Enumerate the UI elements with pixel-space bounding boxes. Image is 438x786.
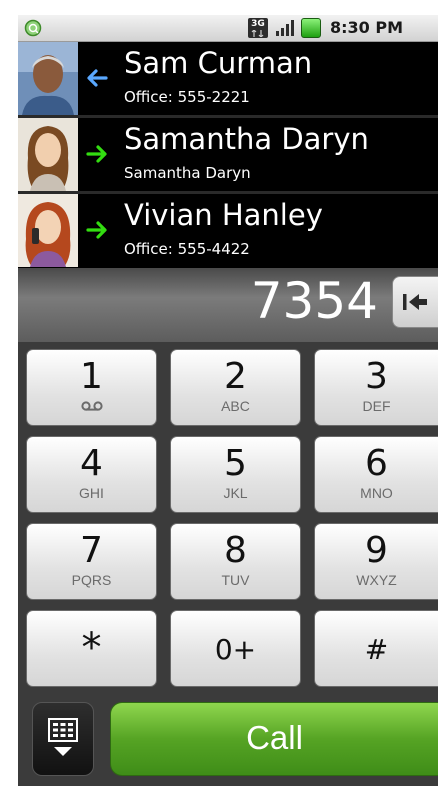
key-1[interactable]: 1 xyxy=(26,349,157,426)
outgoing-call-arrow-icon xyxy=(86,221,107,239)
key-7[interactable]: 7 PQRS xyxy=(26,523,157,600)
status-bar: 3G 8:30 PM xyxy=(18,15,438,42)
signal-icon xyxy=(276,20,294,36)
contact-row-sam-curman[interactable]: Sam Curman Office: 555-2221 xyxy=(18,42,438,115)
call-label: Call xyxy=(246,719,303,756)
battery-icon xyxy=(301,18,321,38)
key-hash[interactable]: # xyxy=(314,610,438,687)
key-digit: 9 xyxy=(365,530,388,571)
contact-name: Vivian Hanley xyxy=(124,198,323,232)
key-digit: 1 xyxy=(80,356,103,397)
key-0[interactable]: 0+ xyxy=(170,610,301,687)
digits-bar: 7354 xyxy=(18,268,438,342)
key-star[interactable]: * xyxy=(26,610,157,687)
contact-name: Samantha Daryn xyxy=(124,122,369,156)
contact-detail: Samantha Daryn xyxy=(124,164,251,182)
key-8[interactable]: 8 TUV xyxy=(170,523,301,600)
key-digit: 2 xyxy=(224,356,247,397)
3g-icon: 3G xyxy=(248,18,268,38)
dialer-screen: 3G 8:30 PM Sam Curman Office: 555-2221 S… xyxy=(0,0,438,786)
key-letters: MNO xyxy=(360,485,393,501)
key-9[interactable]: 9 WXYZ xyxy=(314,523,438,600)
avatar xyxy=(18,42,78,115)
key-5[interactable]: 5 JKL xyxy=(170,436,301,513)
contact-name: Sam Curman xyxy=(124,46,313,80)
key-digit: 6 xyxy=(365,443,388,484)
contact-detail: Office: 555-2221 xyxy=(124,88,250,106)
status-time: 8:30 PM xyxy=(330,18,404,37)
incoming-call-arrow-icon xyxy=(87,69,108,87)
key-2[interactable]: 2 ABC xyxy=(170,349,301,426)
voicemail-icon xyxy=(80,401,103,411)
contact-row-samantha-daryn[interactable]: Samantha Daryn Samantha Daryn xyxy=(18,118,438,191)
dialpad-toggle-button[interactable] xyxy=(32,702,94,776)
dialpad-toggle-icon xyxy=(48,718,78,756)
action-bar: Call xyxy=(18,692,438,786)
key-letters: ABC xyxy=(221,398,250,414)
key-letters: TUV xyxy=(221,572,250,588)
key-digit: * xyxy=(81,625,102,671)
key-digit: 3 xyxy=(365,356,388,397)
key-letters: DEF xyxy=(362,398,391,414)
key-3[interactable]: 3 DEF xyxy=(314,349,438,426)
contact-suggestions-list: Sam Curman Office: 555-2221 Samantha Dar… xyxy=(18,42,438,268)
key-digit: 0+ xyxy=(214,633,257,666)
outgoing-call-arrow-icon xyxy=(86,145,107,163)
backspace-icon xyxy=(403,294,427,310)
key-digit: 7 xyxy=(80,530,103,571)
digits-field[interactable]: 7354 xyxy=(251,272,378,330)
key-digit: 5 xyxy=(224,443,247,484)
key-letters: WXYZ xyxy=(356,572,397,588)
contact-detail: Office: 555-4422 xyxy=(124,240,250,258)
key-6[interactable]: 6 MNO xyxy=(314,436,438,513)
call-button[interactable]: Call xyxy=(110,702,438,776)
key-digit: 4 xyxy=(80,443,103,484)
avatar xyxy=(18,194,78,267)
key-letters: JKL xyxy=(223,485,248,501)
key-letters: GHI xyxy=(79,485,104,501)
notification-icon xyxy=(24,19,42,37)
dialpad: 1 2 ABC 3 DEF 4 GHI 5 JKL 6 MNO 7 PQRS 8… xyxy=(18,342,438,692)
backspace-button[interactable] xyxy=(392,276,438,328)
key-digit: 8 xyxy=(224,530,247,571)
key-letters: PQRS xyxy=(71,572,112,588)
key-digit: # xyxy=(364,633,389,666)
key-4[interactable]: 4 GHI xyxy=(26,436,157,513)
network-label: 3G xyxy=(251,19,265,29)
contact-row-vivian-hanley[interactable]: Vivian Hanley Office: 555-4422 xyxy=(18,194,438,267)
avatar xyxy=(18,118,78,191)
